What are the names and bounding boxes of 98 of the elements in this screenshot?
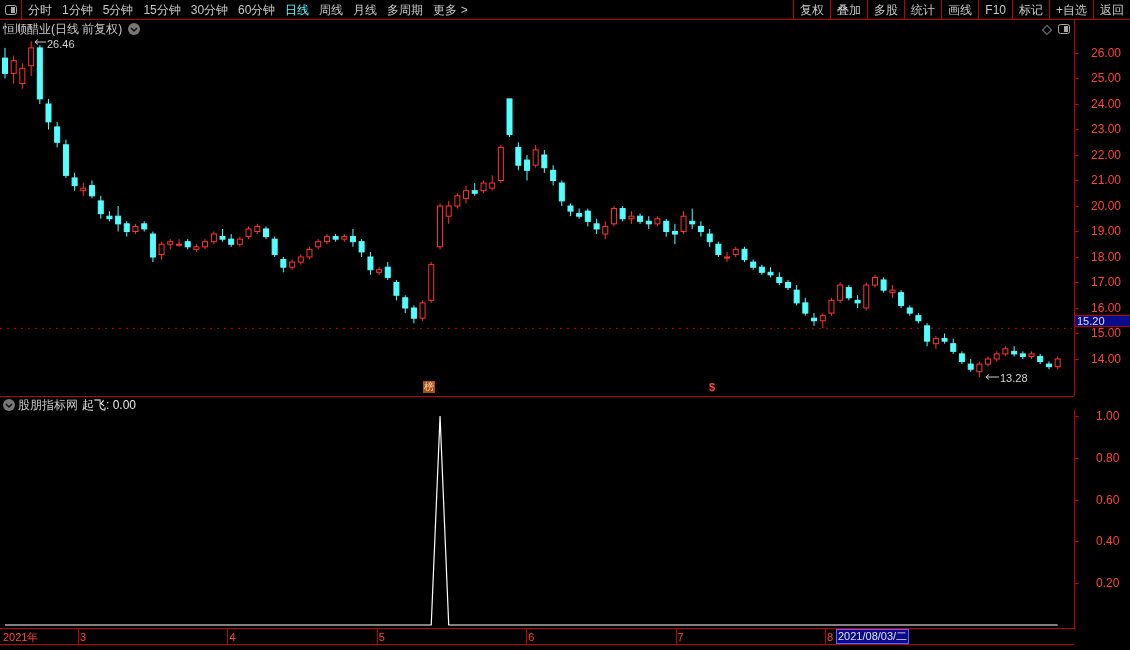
candlestick	[419, 299, 426, 322]
candlestick	[680, 210, 687, 235]
axis-tick-label: 26.00	[1091, 47, 1122, 59]
candlestick	[863, 282, 870, 312]
candlestick	[176, 238, 183, 248]
period-tab[interactable]: 月线	[353, 0, 378, 19]
indicator-series-name: 起飞	[82, 398, 106, 412]
event-marker[interactable]: $	[709, 381, 716, 393]
time-axis-label: 5	[378, 630, 385, 644]
axis-tick-label: 21.00	[1091, 174, 1122, 187]
event-badge[interactable]: 榜	[423, 381, 435, 393]
period-tab[interactable]: 分时	[28, 0, 52, 19]
axis-tick-label: 23.00	[1091, 123, 1122, 136]
year-label: 2021年	[3, 630, 39, 644]
panel-toggle-icon[interactable]	[1058, 24, 1070, 34]
candlestick	[149, 231, 156, 263]
candlestick	[532, 144, 539, 169]
candlestick	[576, 208, 583, 220]
candlestick	[349, 228, 356, 248]
arrow-icon	[985, 374, 999, 380]
axis-tick-label: 20.00	[1091, 200, 1122, 212]
toolbar-button[interactable]: 叠加	[830, 0, 868, 19]
candlestick	[793, 284, 800, 306]
period-tab[interactable]: 5分钟	[102, 0, 134, 19]
candlestick	[54, 121, 61, 148]
candlestick	[837, 282, 844, 304]
axis-tick-label: 19.00	[1091, 225, 1122, 238]
axis-tick-label: 22.00	[1091, 149, 1122, 161]
axis-tick-label: 1.00	[1096, 409, 1120, 423]
period-tab[interactable]: 30分钟	[190, 0, 229, 19]
dropdown-icon[interactable]	[128, 23, 140, 35]
candlestick	[689, 208, 696, 230]
candlestick	[393, 279, 400, 301]
arrow-icon	[34, 39, 46, 45]
period-tab[interactable]: 多周期	[387, 0, 424, 19]
candlestick	[541, 149, 548, 174]
candlestick	[932, 335, 939, 350]
axis-tick-label: 0.60	[1096, 492, 1120, 507]
time-axis-label: 3	[80, 630, 87, 644]
current-price-tag: 15.20	[1075, 315, 1130, 328]
period-tab[interactable]: 日线	[285, 0, 310, 19]
toolbar-button[interactable]: 标记	[1012, 0, 1049, 19]
candlestick	[19, 62, 26, 90]
axis-tick-label: 17.00	[1091, 276, 1122, 289]
candlestick	[810, 312, 817, 327]
axis-tick-label: 14.00	[1091, 353, 1122, 365]
candlestick	[97, 195, 104, 220]
axis-tick-label: 16.00	[1091, 302, 1122, 314]
diamond-icon[interactable]	[1042, 25, 1052, 35]
candlestick	[515, 141, 522, 171]
toolbar-button[interactable]: 统计	[904, 0, 942, 19]
axis-tick-label: 15.00	[1091, 327, 1122, 340]
candlestick	[2, 47, 8, 79]
period-tab[interactable]: 1分钟	[62, 0, 93, 19]
axis-tick-label: 18.00	[1091, 251, 1122, 263]
collapse-icon[interactable]	[3, 399, 15, 411]
candlestick	[271, 236, 278, 258]
candlestick	[724, 251, 731, 263]
cursor-date-label: 2021/08/03/二	[836, 629, 910, 644]
candlestick	[610, 205, 617, 227]
panel-toggle-icon[interactable]	[4, 4, 17, 15]
time-axis-label: 7	[677, 630, 684, 644]
candlestick	[558, 180, 565, 207]
axis-tick-label: 0.40	[1096, 534, 1120, 549]
candlestick	[367, 251, 374, 276]
axis-tick-label: 0.80	[1096, 450, 1120, 465]
axis-tick-label: 0.20	[1096, 576, 1120, 591]
chart-title: 恒顺醋业(日线 前复权)	[3, 21, 123, 37]
indicator-name: 股朋指标网	[18, 398, 78, 412]
time-axis-label: 4	[229, 630, 236, 644]
period-tab[interactable]: 60分钟	[238, 0, 276, 19]
candlestick	[671, 223, 678, 245]
period-tab[interactable]: 周线	[319, 0, 344, 19]
candlestick	[697, 220, 704, 238]
toolbar-button[interactable]: 画线	[941, 0, 979, 19]
candlestick	[115, 205, 122, 232]
candlestick	[524, 154, 530, 181]
candlestick	[376, 266, 383, 276]
toolbar-button[interactable]: 多股	[867, 0, 905, 19]
candlestick	[924, 322, 931, 347]
period-tab[interactable]: 更多 >	[433, 0, 468, 19]
high-price-label: 26.46	[47, 38, 75, 50]
candlestick	[28, 40, 35, 77]
toolbar-button[interactable]: +自选	[1049, 0, 1093, 19]
candlestick	[445, 200, 452, 225]
axis-tick-label: 25.00	[1091, 72, 1122, 85]
candlestick	[45, 98, 52, 130]
candlestick	[550, 164, 557, 187]
toolbar-button[interactable]: 返回	[1093, 0, 1130, 19]
toolbar-button[interactable]: F10	[978, 0, 1012, 19]
time-axis-label: 6	[528, 630, 535, 644]
toolbar-button[interactable]: 复权	[793, 0, 831, 19]
axis-tick-label: 24.00	[1091, 98, 1122, 110]
time-axis-label: 8	[827, 630, 834, 644]
candlestick	[10, 55, 17, 85]
indicator-value: : 0.00	[106, 398, 137, 412]
low-price-label: 13.28	[1000, 372, 1028, 384]
period-tab[interactable]: 15分钟	[143, 0, 181, 19]
